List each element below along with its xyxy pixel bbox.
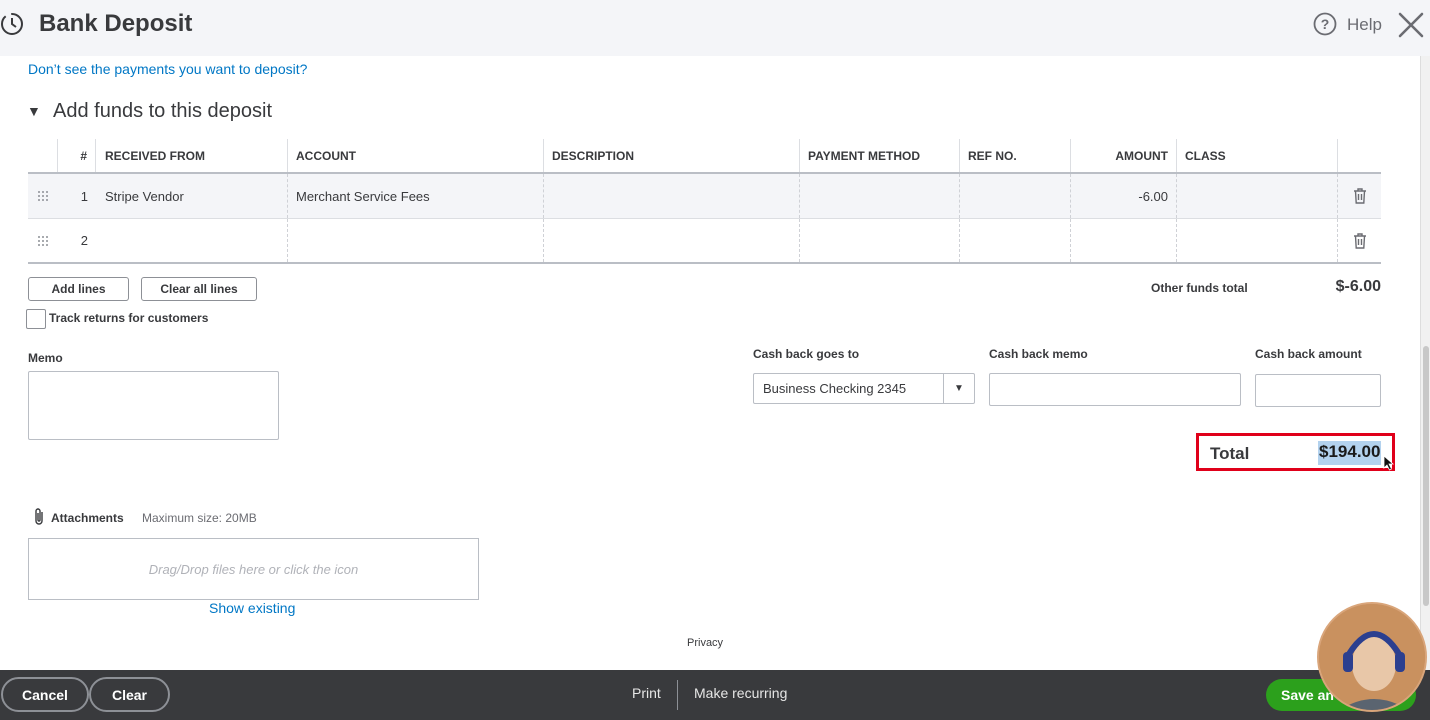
missing-payments-link[interactable]: Don’t see the payments you want to depos…	[28, 61, 307, 77]
close-icon[interactable]	[1398, 12, 1424, 38]
cash-back-account-select[interactable]: Business Checking 2345 ▼	[753, 373, 975, 404]
section-title[interactable]: Add funds to this deposit	[53, 100, 272, 123]
trash-icon[interactable]	[1338, 174, 1381, 218]
print-link[interactable]: Print	[632, 685, 661, 701]
add-lines-button[interactable]: Add lines	[28, 277, 129, 301]
class-cell[interactable]	[1177, 219, 1338, 262]
description-cell[interactable]	[544, 174, 800, 218]
amount-cell[interactable]: -6.00	[1071, 174, 1177, 218]
recent-transactions-icon[interactable]	[0, 10, 28, 38]
cash-back-account-value: Business Checking 2345	[763, 381, 907, 396]
drag-handle-icon[interactable]	[28, 219, 58, 262]
other-funds-total-value: $-6.00	[1335, 278, 1381, 295]
ref-no-cell[interactable]	[960, 219, 1071, 262]
cash-back-amount-label: Cash back amount	[1255, 347, 1362, 361]
footer-divider	[677, 680, 678, 710]
column-header-payment-method: PAYMENT METHOD	[800, 139, 960, 172]
show-existing-link[interactable]: Show existing	[209, 600, 295, 616]
amount-cell[interactable]	[1071, 219, 1177, 262]
attachments-max-size: Maximum size: 20MB	[142, 511, 257, 525]
help-icon[interactable]: ?	[1313, 12, 1337, 36]
make-recurring-link[interactable]: Make recurring	[694, 685, 787, 701]
column-header-class: CLASS	[1177, 139, 1338, 172]
scrollbar-thumb[interactable]	[1423, 346, 1429, 606]
cash-back-memo-label: Cash back memo	[989, 347, 1088, 361]
privacy-link[interactable]: Privacy	[687, 637, 723, 649]
dropdown-arrow-icon[interactable]: ▼	[943, 374, 974, 403]
webcam-overlay	[1317, 602, 1427, 712]
cash-back-goes-to-label: Cash back goes to	[753, 347, 860, 361]
table-row[interactable]: 2	[28, 219, 1381, 264]
column-header-received-from: RECEIVED FROM	[96, 139, 288, 172]
track-returns-checkbox[interactable]	[26, 309, 46, 329]
received-from-cell[interactable]	[96, 219, 288, 262]
delete-column-header	[1338, 139, 1381, 172]
collapse-toggle-icon[interactable]: ▼	[27, 103, 41, 119]
total-label: Total	[1210, 444, 1250, 463]
track-returns-label[interactable]: Track returns for customers	[49, 311, 208, 325]
cash-back-memo-field[interactable]	[989, 373, 1241, 406]
cancel-button[interactable]: Cancel	[1, 677, 89, 712]
paperclip-icon[interactable]	[33, 507, 47, 527]
column-header-account: ACCOUNT	[288, 139, 544, 172]
table-row[interactable]: 1 Stripe Vendor Merchant Service Fees -6…	[28, 174, 1381, 219]
memo-field[interactable]	[28, 371, 279, 440]
account-cell[interactable]	[288, 219, 544, 262]
column-header-description: DESCRIPTION	[544, 139, 800, 172]
payment-method-cell[interactable]	[800, 219, 960, 262]
presenter-avatar-icon	[1319, 604, 1425, 710]
class-cell[interactable]	[1177, 174, 1338, 218]
attachment-dropzone[interactable]: Drag/Drop files here or click the icon	[28, 538, 479, 600]
clear-button[interactable]: Clear	[89, 677, 170, 712]
table-header-row: # RECEIVED FROM ACCOUNT DESCRIPTION PAYM…	[28, 139, 1381, 174]
memo-label: Memo	[28, 351, 63, 365]
drag-handle-icon[interactable]	[28, 174, 58, 218]
scrollbar[interactable]	[1420, 56, 1430, 670]
header-bar: Bank Deposit ? Help	[0, 0, 1430, 56]
attachments-label: Attachments	[51, 511, 124, 525]
ref-no-cell[interactable]	[960, 174, 1071, 218]
column-header-ref-no: REF NO.	[960, 139, 1071, 172]
drag-column-header	[28, 139, 58, 172]
row-number: 2	[80, 233, 88, 248]
total-value: $194.00	[1318, 441, 1382, 465]
account-cell[interactable]: Merchant Service Fees	[288, 174, 544, 218]
other-funds-total-label: Other funds total	[1151, 281, 1248, 295]
mouse-cursor-icon	[1383, 455, 1395, 471]
payment-method-cell[interactable]	[800, 174, 960, 218]
row-number: 1	[80, 188, 88, 204]
trash-icon[interactable]	[1338, 219, 1381, 262]
column-header-amount: AMOUNT	[1071, 139, 1177, 172]
deposit-lines-table: # RECEIVED FROM ACCOUNT DESCRIPTION PAYM…	[28, 139, 1381, 264]
svg-text:?: ?	[1321, 16, 1330, 32]
cash-back-amount-field[interactable]	[1255, 374, 1381, 407]
page-title: Bank Deposit	[39, 10, 193, 37]
column-header-number: #	[58, 139, 96, 172]
clear-all-lines-button[interactable]: Clear all lines	[141, 277, 257, 301]
received-from-cell[interactable]: Stripe Vendor	[96, 174, 288, 218]
help-link[interactable]: Help	[1347, 15, 1382, 35]
description-cell[interactable]	[544, 219, 800, 262]
